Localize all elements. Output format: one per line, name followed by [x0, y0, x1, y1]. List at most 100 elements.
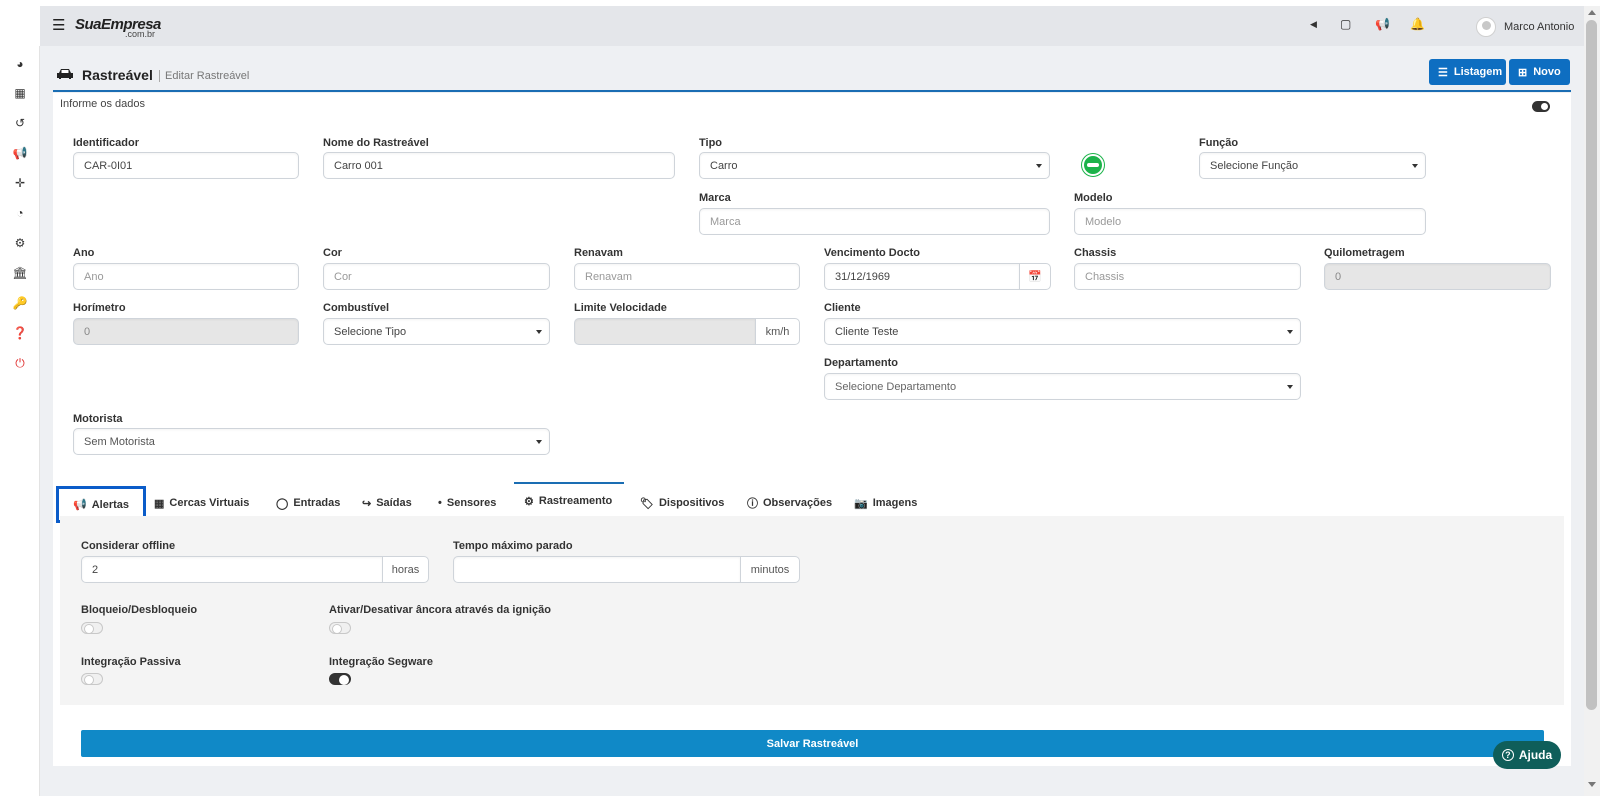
ano-label: Ano — [73, 247, 95, 259]
chassis-input[interactable]: Chassis — [1074, 263, 1301, 290]
scroll-up-arrow[interactable] — [1588, 10, 1596, 15]
novo-label: Novo — [1533, 66, 1561, 78]
page-subtitle: Editar Rastreável — [159, 70, 249, 82]
parado-label: Tempo máximo parado — [453, 540, 573, 552]
limite-label: Limite Velocidade — [574, 302, 667, 314]
parado-input[interactable] — [453, 556, 741, 583]
car-icon — [57, 69, 73, 79]
identificador-input[interactable]: CAR-0I01 — [73, 152, 299, 179]
tab-panel-rastreamento — [60, 516, 1564, 705]
combustivel-select[interactable]: Selecione Tipo — [323, 318, 550, 345]
cliente-select[interactable]: Cliente Teste — [824, 318, 1301, 345]
tab-saidas[interactable]: ↪ Saídas — [352, 489, 422, 517]
tab-entradas[interactable]: ◯ Entradas — [266, 489, 350, 517]
megaphone-icon[interactable]: 📢 — [12, 146, 28, 160]
offline-label: Considerar offline — [81, 540, 176, 552]
motorista-value: Sem Motorista — [84, 435, 155, 448]
horimetro-label: Horímetro — [73, 302, 126, 314]
passiva-toggle[interactable] — [81, 673, 103, 685]
tipo-value: Carro — [710, 159, 738, 172]
tab-rastreamento[interactable]: ⚙ Rastreamento — [514, 482, 624, 518]
help-icon[interactable]: ❓ — [12, 326, 28, 340]
tab-imagens-label: Imagens — [872, 497, 918, 509]
tab-cercas-virtuais[interactable]: ▦ Cercas Virtuais — [144, 489, 259, 517]
tab-observacoes[interactable]: ⓘ Observações — [737, 489, 842, 517]
avatar[interactable] — [1476, 17, 1496, 37]
segware-toggle[interactable] — [329, 673, 351, 685]
bell-icon[interactable]: 🔔 — [1410, 17, 1425, 31]
page-header — [53, 58, 1571, 92]
ano-input[interactable]: Ano — [73, 263, 299, 290]
pie-chart-icon[interactable]: ◔ — [12, 206, 28, 220]
novo-button[interactable]: ⊞ Novo — [1509, 59, 1570, 85]
help-label: Ajuda — [1518, 748, 1553, 762]
passiva-label: Integração Passiva — [81, 656, 181, 668]
calendar-icon[interactable]: 📅 — [1019, 263, 1051, 290]
camera-icon: 📷 — [854, 497, 868, 510]
cogs-icon[interactable]: ⚙ — [12, 236, 28, 250]
tab-dispositivos-label: Dispositivos — [658, 497, 725, 509]
sidebar-top — [0, 6, 40, 46]
bank-icon[interactable]: 🏛 — [12, 266, 28, 280]
key-icon[interactable]: 🔑 — [12, 296, 28, 310]
info-icon: ⓘ — [747, 498, 758, 510]
departamento-select[interactable]: Selecione Departamento — [824, 373, 1301, 400]
modelo-input[interactable]: Modelo — [1074, 208, 1426, 235]
combustivel-value: Selecione Tipo — [334, 325, 407, 338]
bloqueio-label: Bloqueio/Desbloqueio — [81, 604, 198, 616]
tab-sensores[interactable]: • Sensores — [428, 489, 506, 517]
tipo-select[interactable]: Carro — [699, 152, 1050, 179]
tab-observacoes-label: Observações — [763, 497, 833, 509]
combustivel-label: Combustível — [323, 302, 390, 314]
marca-input[interactable]: Marca — [699, 208, 1050, 235]
chevron-down-icon — [536, 440, 542, 444]
caret-left-icon[interactable]: ◀ — [1310, 19, 1317, 30]
quilometragem-input: 0 — [1324, 263, 1551, 290]
map-icon[interactable]: ▦ — [12, 86, 28, 100]
fence-icon: ▦ — [154, 497, 165, 510]
tab-saidas-label: Saídas — [376, 497, 412, 509]
motorista-label: Motorista — [73, 413, 123, 425]
list-icon: ☰ — [1438, 66, 1448, 79]
departamento-value: Selecione Departamento — [835, 380, 957, 393]
monitor-icon[interactable]: ▢ — [1340, 17, 1351, 31]
tab-dispositivos[interactable]: 🏷 Dispositivos — [630, 489, 734, 517]
funcao-select[interactable]: Selecione Função — [1199, 152, 1426, 179]
tab-entradas-label: Entradas — [293, 497, 341, 509]
page-title: Rastreável — [82, 67, 153, 83]
tab-imagens[interactable]: 📷 Imagens — [844, 489, 927, 517]
quilometragem-label: Quilometragem — [1324, 247, 1405, 259]
nome-input[interactable]: Carro 001 — [323, 152, 675, 179]
scroll-down-arrow[interactable] — [1588, 782, 1596, 787]
form-heading: Informe os dados — [60, 98, 145, 110]
crosshair-icon[interactable]: ✛ — [12, 176, 28, 190]
help-button[interactable]: ? Ajuda — [1493, 741, 1561, 769]
top-navbar — [40, 6, 1584, 46]
history-icon[interactable]: ↺ — [12, 116, 28, 130]
funcao-value: Selecione Função — [1210, 159, 1299, 172]
scrollbar-thumb[interactable] — [1586, 20, 1597, 710]
horimetro-input: 0 — [73, 318, 299, 345]
parado-unit: minutos — [740, 556, 800, 583]
save-button[interactable]: Salvar Rastreável — [81, 730, 1544, 757]
chassis-label: Chassis — [1074, 247, 1117, 259]
vencimento-input[interactable]: 31/12/1969 — [824, 263, 1020, 290]
offline-input[interactable]: 2 — [81, 556, 383, 583]
renavam-input[interactable]: Renavam — [574, 263, 800, 290]
bloqueio-toggle[interactable] — [81, 622, 103, 634]
user-name[interactable]: Marco Antonio — [1504, 21, 1574, 33]
hamburger-menu-icon[interactable]: ☰ — [52, 18, 65, 33]
cor-input[interactable]: Cor — [323, 263, 550, 290]
ancora-label: Ativar/Desativar âncora através da igniç… — [329, 604, 551, 616]
departamento-label: Departamento — [824, 357, 898, 369]
tab-rastreamento-label: Rastreamento — [538, 495, 613, 507]
dashboard-icon[interactable]: ◕ — [12, 57, 28, 71]
power-icon[interactable]: ⏻ — [12, 356, 28, 371]
ancora-toggle[interactable] — [329, 622, 351, 634]
listagem-button[interactable]: ☰ Listagem — [1429, 59, 1506, 85]
motorista-select[interactable]: Sem Motorista — [73, 428, 550, 455]
brand-domain: .com.br — [125, 29, 156, 39]
megaphone-icon[interactable]: 📢 — [1375, 17, 1390, 31]
collapse-toggle[interactable] — [1532, 101, 1550, 112]
bottom-strip — [53, 776, 1571, 796]
